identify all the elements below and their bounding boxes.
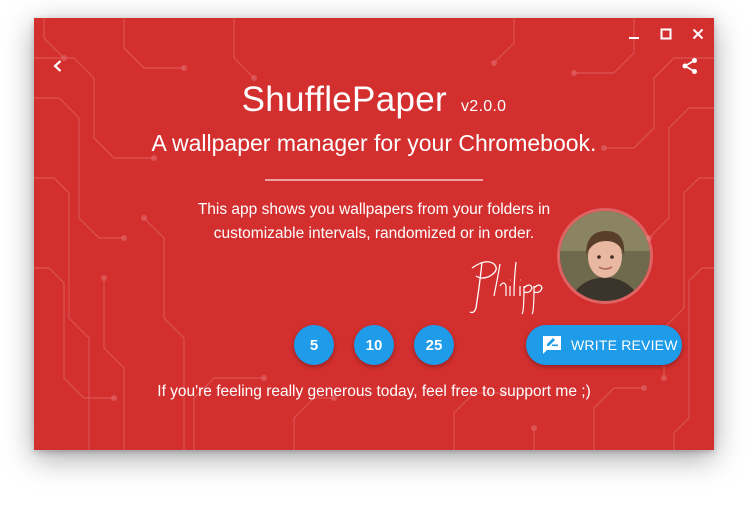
donate-10-button[interactable]: 10 xyxy=(354,325,394,365)
developer-signature xyxy=(464,256,554,323)
app-subtitle: A wallpaper manager for your Chromebook. xyxy=(151,130,597,156)
close-button[interactable] xyxy=(687,25,709,47)
app-window: ShufflePaper v2.0.0 A wallpaper manager f… xyxy=(34,18,714,450)
write-review-button[interactable]: WRITE REVIEW xyxy=(526,325,682,365)
app-version: v2.0.0 xyxy=(460,98,507,115)
write-review-label: WRITE REVIEW xyxy=(571,337,678,353)
share-icon xyxy=(681,57,699,80)
rate-review-icon xyxy=(541,334,563,356)
back-arrow-icon xyxy=(51,59,65,78)
minimize-button[interactable] xyxy=(623,25,645,47)
app-title: ShufflePaper xyxy=(241,80,447,119)
developer-avatar xyxy=(557,208,653,304)
donate-25-button[interactable]: 25 xyxy=(414,325,454,365)
maximize-button[interactable] xyxy=(655,25,677,47)
donate-5-button[interactable]: 5 xyxy=(294,325,334,365)
close-icon xyxy=(692,27,704,45)
app-description: This app shows you wallpapers from your … xyxy=(174,198,574,246)
support-text: If you're feeling really generous today,… xyxy=(157,383,591,400)
description-line: This app shows you wallpapers from your … xyxy=(197,201,551,218)
description-line: customizable intervals, randomized or in… xyxy=(213,225,535,242)
divider xyxy=(265,179,483,181)
share-button[interactable] xyxy=(678,56,702,80)
maximize-icon xyxy=(660,27,672,45)
minimize-icon xyxy=(628,27,640,45)
app-title-row: ShufflePaper v2.0.0 xyxy=(34,80,714,120)
back-button[interactable] xyxy=(46,56,70,80)
